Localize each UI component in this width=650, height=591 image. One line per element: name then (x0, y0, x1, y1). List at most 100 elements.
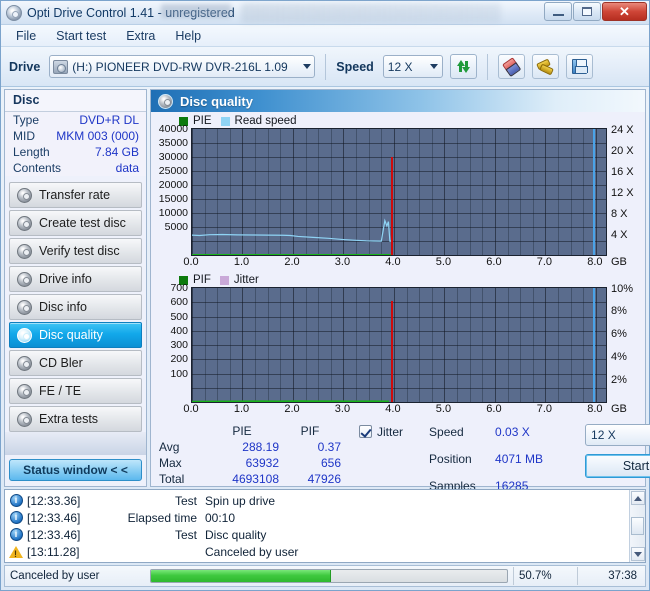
sidebar-item-disc-quality[interactable]: Disc quality (9, 322, 142, 348)
sidebar-item-create-test-disc[interactable]: Create test disc (9, 210, 142, 236)
content-area: Disc Type DVD+R DL MID MKM 003 (000) Len… (1, 87, 650, 493)
log-entries: i [12:33.36] Test Spin up drive i [12:33… (5, 490, 629, 562)
progress-track (150, 569, 508, 583)
bottom-chart-plot[interactable] (191, 287, 607, 403)
x-tick-label: 7.0 (536, 403, 553, 415)
scrollbar-thumb[interactable] (631, 517, 644, 535)
app-disc-icon (6, 4, 22, 21)
chevron-down-icon (429, 64, 438, 69)
pif-jitter-chart: PIF Jitter 700 600 500 400 300 200 100 10% 8% 6%… (151, 271, 645, 418)
drive-select[interactable]: (H:) PIONEER DVD-RW DVR-216L 1.09 (49, 55, 316, 78)
y-tick-label: 25000 (158, 165, 188, 177)
x-tick-label: 0.0 (183, 256, 199, 268)
progress-bar (147, 567, 511, 585)
tools-icon (537, 59, 553, 74)
speed-select-value: 12 X (387, 59, 413, 74)
log-time: [12:33.36] (27, 493, 81, 508)
info-icon: i (5, 511, 27, 524)
sidebar-item-transfer-rate[interactable]: Transfer rate (9, 182, 142, 208)
tools-button[interactable] (531, 54, 559, 79)
chevron-down-icon (303, 64, 312, 69)
title-bar: Opti Drive Control 1.41 - unregistered ✕ (1, 1, 649, 25)
menu-start-test[interactable]: Start test (47, 27, 115, 45)
scroll-down-icon (633, 551, 642, 557)
sidebar-item-disc-info[interactable]: Disc info (9, 294, 142, 320)
y-tick-label: 500 (170, 310, 188, 323)
sidebar-item-verify-test-disc[interactable]: Verify test disc (9, 238, 142, 264)
close-button[interactable]: ✕ (602, 2, 647, 21)
disc-length-label: Length (13, 145, 50, 159)
legend-swatch-jitter (219, 275, 229, 285)
disc-icon (17, 215, 32, 231)
y2-tick-label: 4 X (611, 228, 628, 241)
speed-readout-value: 0.03 X (495, 425, 530, 439)
stats-row-max-label: Max (159, 456, 182, 470)
disc-contents-value: data (115, 161, 139, 175)
y-tick-label: 100 (170, 367, 188, 380)
sidebar-item-label: Disc quality (39, 328, 103, 342)
menu-file[interactable]: File (7, 27, 45, 45)
progress-fill (151, 570, 332, 582)
scroll-up-button[interactable] (630, 491, 645, 505)
sidebar-item-cd-bler[interactable]: CD Bler (9, 350, 142, 376)
stats-header-pie: PIE (232, 424, 252, 438)
sidebar-item-drive-info[interactable]: Drive info (9, 266, 142, 292)
drive-icon (53, 59, 69, 74)
y2-tick-label: 10% (611, 282, 634, 295)
disc-icon (17, 187, 32, 203)
disc-quality-icon (158, 93, 173, 109)
y2-tick-label: 4% (611, 350, 627, 363)
status-bar: Canceled by user 50.7% 37:38 (4, 565, 646, 587)
disc-row-contents: Contents data (5, 160, 146, 176)
info-icon: i (5, 494, 27, 507)
pie-read-speed-chart: PIE Read speed 40000 35000 30000 25000 20000… (151, 112, 645, 271)
start-button[interactable]: Start (585, 454, 650, 478)
sidebar-item-label: FE / TE (39, 384, 82, 398)
x-tick-label: 8.0 (587, 403, 603, 415)
scroll-down-button[interactable] (630, 547, 645, 561)
x-tick-label: 3.0 (334, 256, 351, 268)
minimize-button[interactable] (544, 2, 572, 21)
speed-select[interactable]: 12 X (382, 55, 443, 78)
y-tick-label: 35000 (158, 137, 188, 149)
x-tick-label: 5.0 (435, 403, 452, 415)
sidebar-item-fe-te[interactable]: FE / TE (9, 378, 142, 404)
y2-tick-label: 24 X (611, 123, 634, 136)
disc-row-mid: MID MKM 003 (000) (5, 128, 146, 144)
status-log: i [12:33.36] Test Spin up drive i [12:33… (4, 489, 646, 563)
status-window-toggle[interactable]: Status window < < (9, 459, 142, 481)
refresh-button[interactable] (449, 54, 477, 79)
disc-panel-header: Disc (5, 90, 146, 112)
test-controls: 12 X Start (585, 424, 650, 482)
top-chart-plot[interactable] (191, 128, 607, 256)
jitter-checkbox[interactable] (359, 425, 372, 438)
bottom-chart-x-axis: 0.0 1.0 2.0 3.0 4.0 5.0 6.0 7.0 8.0 GB (183, 403, 627, 418)
chart-legend-bottom: PIF Jitter (153, 273, 641, 287)
y-tick-label: 400 (170, 324, 188, 337)
erase-button[interactable] (497, 54, 525, 79)
sidebar-item-extra-tests[interactable]: Extra tests (9, 406, 142, 432)
bottom-chart-y2-axis: 10% 8% 6% 4% 2% (607, 282, 641, 403)
menu-extra[interactable]: Extra (117, 27, 164, 45)
speed-label: Speed (336, 59, 374, 74)
y2-tick-label: 16 X (611, 165, 634, 178)
save-button[interactable] (565, 54, 593, 79)
legend-label-jitter: Jitter (233, 274, 259, 286)
x-tick-label: 3.0 (334, 403, 351, 415)
jitter-checkbox-group[interactable]: Jitter (359, 424, 403, 482)
test-speed-select[interactable]: 12 X (585, 424, 650, 446)
log-scrollbar[interactable] (629, 490, 645, 562)
toolbar-divider-2 (486, 53, 488, 80)
elapsed-time: 37:38 (577, 567, 645, 585)
x-tick-label: 6.0 (486, 256, 502, 268)
series-read-speed (192, 218, 392, 242)
drive-label: Drive (9, 59, 41, 74)
log-time: [12:33.46] (27, 510, 81, 525)
speed-readout-label: Speed (429, 425, 464, 439)
disc-info-panel: Disc Type DVD+R DL MID MKM 003 (000) Len… (5, 90, 146, 176)
test-speed-value: 12 X (591, 428, 616, 442)
maximize-button[interactable] (573, 2, 601, 21)
menu-help[interactable]: Help (166, 27, 210, 45)
toolbar: Drive (H:) PIONEER DVD-RW DVR-216L 1.09 … (1, 47, 649, 87)
chart-legend-top: PIE Read speed (153, 114, 641, 128)
